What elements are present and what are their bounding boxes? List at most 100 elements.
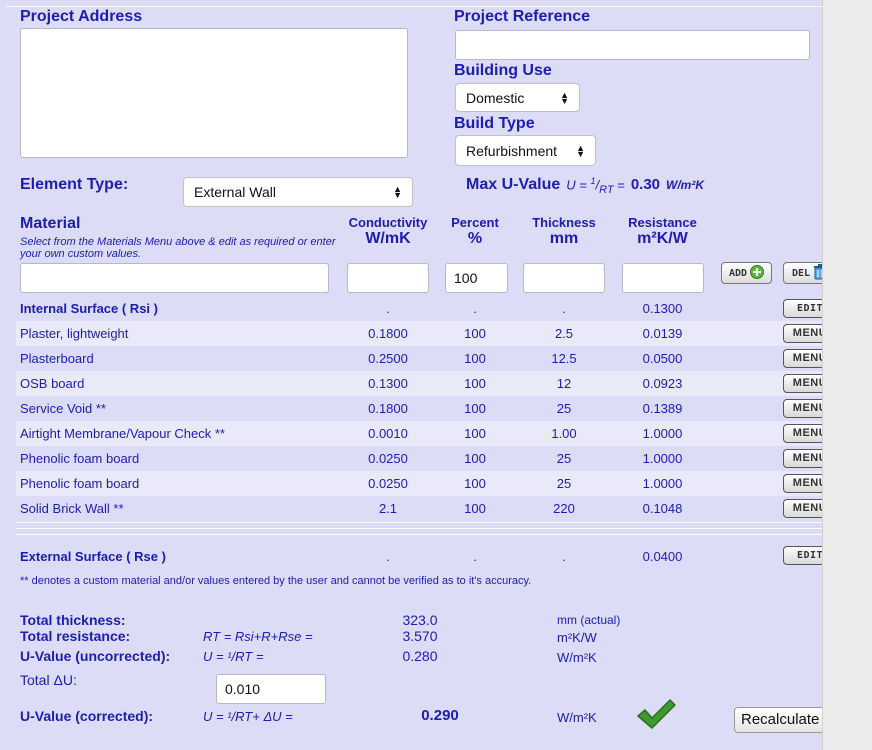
- percent-header: Percent: [451, 215, 499, 230]
- table-row: Phenolic foam board 0.0250 100 25 1.0000 MENU: [16, 446, 837, 471]
- total-resistance-unit: m²K/W: [557, 630, 597, 645]
- row-thickness: 25: [556, 451, 572, 466]
- row-resistance: 1.0000: [642, 426, 683, 441]
- row-conductivity: 0.1300: [368, 376, 408, 391]
- build-type-value: Refurbishment: [466, 142, 558, 159]
- u-uncorrected-label: U-Value (uncorrected):: [20, 648, 171, 664]
- project-address-input[interactable]: [20, 28, 408, 158]
- table-row: OSB board 0.1300 100 12 0.0923 MENU: [16, 371, 837, 396]
- table-row: Solid Brick Wall ** 2.1 100 220 0.1048 MENU: [16, 496, 837, 521]
- row-material-name: Phenolic foam board: [20, 476, 140, 491]
- percent-input[interactable]: 100: [445, 263, 508, 293]
- project-reference-input[interactable]: [455, 30, 810, 60]
- element-type-value: External Wall: [194, 184, 276, 200]
- checkmark-icon: [636, 698, 676, 733]
- u-uncorrected-formula: U = ¹/RT =: [203, 649, 264, 664]
- row-percent: 100: [464, 501, 486, 516]
- table-row: Plasterboard 0.2500 100 12.5 0.0500 MENU: [16, 346, 837, 371]
- external-surface-percent: .: [473, 549, 477, 564]
- row-resistance: 0.1048: [642, 501, 683, 516]
- row-resistance: 0.0139: [642, 326, 683, 341]
- total-thickness-value: 323.0: [402, 612, 438, 628]
- total-delta-u-label: Total ΔU:: [20, 672, 77, 688]
- table-row: Phenolic foam board 0.0250 100 25 1.0000 MENU: [16, 471, 837, 496]
- material-hint: Select from the Materials Menu above & e…: [20, 236, 336, 260]
- total-thickness-unit: mm (actual): [557, 613, 621, 627]
- row-resistance: 1.0000: [642, 451, 683, 466]
- row-percent: 100: [464, 476, 486, 491]
- max-u-label: Max U-Value: [466, 176, 561, 194]
- delta-u-input[interactable]: 0.010: [216, 674, 326, 704]
- row-conductivity: 0.2500: [368, 351, 408, 366]
- custom-material-note: ** denotes a custom material and/or valu…: [20, 575, 532, 587]
- row-conductivity: 0.0250: [368, 451, 408, 466]
- add-circle-icon: [750, 264, 765, 282]
- top-divider: [6, 6, 822, 7]
- row-percent: 100: [464, 426, 486, 441]
- conductivity-header: Conductivity: [348, 215, 428, 230]
- building-use-value: Domestic: [466, 89, 525, 106]
- external-surface-resistance: 0.0400: [642, 549, 683, 564]
- build-type-select[interactable]: Refurbishment ▲ ▼: [455, 135, 596, 166]
- calculator-panel: Project Address Project Reference Buildi…: [0, 0, 837, 750]
- thickness-header: Thickness: [532, 215, 596, 230]
- row-percent: 100: [464, 451, 486, 466]
- right-scroll-gutter: [822, 0, 872, 750]
- row-conductivity: .: [386, 301, 390, 316]
- u-corrected-label: U-Value (corrected):: [20, 708, 154, 724]
- row-material-name: Internal Surface ( Rsi ): [20, 301, 158, 316]
- row-conductivity: 0.1800: [368, 401, 408, 416]
- building-use-select[interactable]: Domestic ▲ ▼: [455, 83, 580, 112]
- external-surface-conductivity: .: [386, 549, 390, 564]
- thickness-input[interactable]: [523, 263, 605, 293]
- updown-arrows-icon: ▲ ▼: [560, 89, 569, 106]
- external-surface-row: External Surface ( Rse ) . . . 0.0400 ED…: [16, 544, 837, 569]
- project-address-label: Project Address: [20, 8, 143, 25]
- project-reference-label: Project Reference: [454, 8, 591, 25]
- max-u-unit: W/m²K: [666, 178, 705, 193]
- element-type-select[interactable]: External Wall ▲ ▼: [183, 177, 413, 207]
- max-u-number: 0.30: [630, 176, 661, 194]
- recalculate-button[interactable]: Recalculate: [734, 707, 827, 733]
- build-type-label: Build Type: [454, 115, 535, 132]
- table-divider: [16, 522, 822, 523]
- table-divider: [16, 534, 822, 535]
- table-row: Airtight Membrane/Vapour Check ** 0.0010 1…: [16, 421, 837, 446]
- row-percent: .: [473, 301, 477, 316]
- conductivity-input[interactable]: [347, 263, 429, 293]
- row-percent: 100: [464, 376, 486, 391]
- row-material-name: Service Void **: [20, 401, 106, 416]
- u-corrected-formula: U = ¹/RT+ ΔU =: [203, 709, 293, 724]
- u-uncorrected-unit: W/m²K: [557, 650, 597, 665]
- row-thickness: .: [562, 301, 566, 316]
- resistance-unit: m²K/W: [637, 230, 688, 247]
- external-surface-name: External Surface ( Rse ): [20, 549, 166, 564]
- u-uncorrected-value: 0.280: [402, 648, 438, 664]
- row-resistance: 1.0000: [642, 476, 683, 491]
- row-thickness: 1.00: [551, 426, 577, 441]
- max-u-value: Max U-Value U = 1/RT = 0.30 W/m²K: [466, 176, 704, 196]
- add-button[interactable]: ADD: [721, 262, 772, 284]
- max-u-formula: U = 1/RT =: [566, 176, 625, 196]
- row-thickness: 25: [556, 476, 572, 491]
- resistance-header: Resistance: [628, 215, 697, 230]
- row-conductivity: 0.0010: [368, 426, 408, 441]
- resistance-input[interactable]: [622, 263, 704, 293]
- updown-arrows-icon: ▲ ▼: [393, 184, 402, 200]
- row-thickness: 12.5: [551, 351, 577, 366]
- add-button-label: ADD: [728, 267, 748, 279]
- row-material-name: Airtight Membrane/Vapour Check **: [20, 426, 225, 441]
- row-thickness: 2.5: [554, 326, 574, 341]
- element-type-label: Element Type:: [20, 176, 129, 193]
- row-thickness: 25: [556, 401, 572, 416]
- row-resistance: 0.0923: [642, 376, 683, 391]
- material-name-input[interactable]: [20, 263, 329, 293]
- row-material-name: Solid Brick Wall **: [20, 501, 124, 516]
- max-u-formula-eq: =: [617, 177, 625, 193]
- max-u-formula-u: U =: [566, 177, 587, 193]
- table-divider: [16, 528, 822, 529]
- total-resistance-value: 3.570: [402, 628, 438, 644]
- row-resistance: 0.1389: [642, 401, 683, 416]
- row-conductivity: 0.0250: [368, 476, 408, 491]
- updown-arrows-icon: ▲ ▼: [576, 142, 585, 159]
